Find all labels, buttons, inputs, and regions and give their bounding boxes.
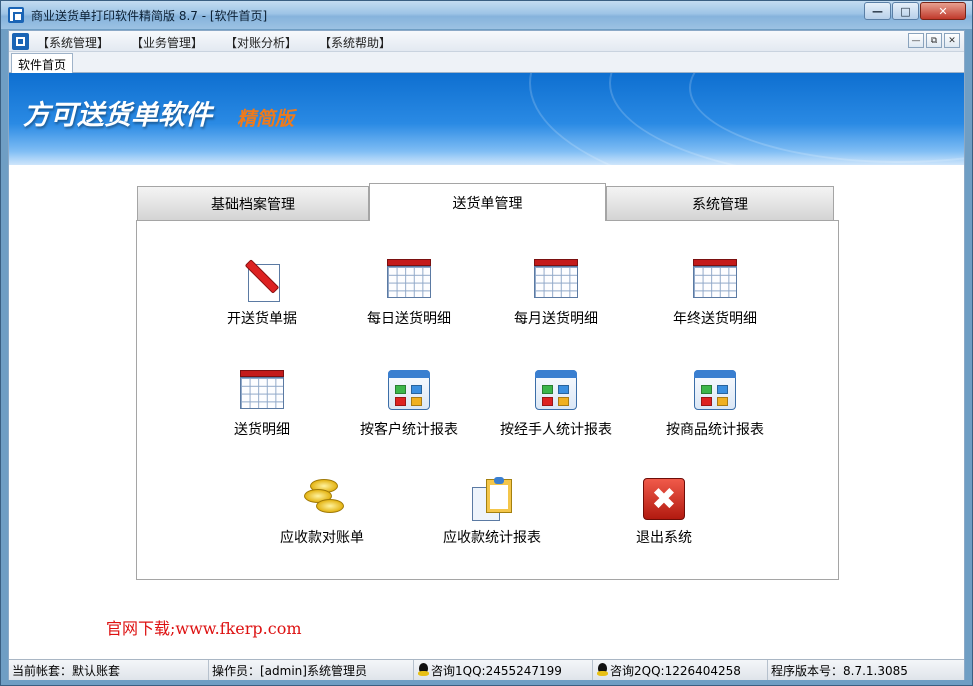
receivable-statement-button[interactable]: 应收款对账单 [252, 477, 392, 547]
menu-reconciliation-analysis[interactable]: 【对账分析】 [225, 34, 297, 51]
status-bar: 当前帐套：默认账套 操作员：[admin]系统管理员 咨询1QQ:2455247… [9, 659, 964, 680]
menu-items: 【系统管理】 【业务管理】 【对账分析】 【系统帮助】 [37, 34, 413, 51]
function-label: 开送货单据 [227, 311, 297, 327]
download-link[interactable]: 官网下载;www.fkerp.com [106, 615, 302, 639]
close-icon: ✕ [938, 4, 948, 18]
minimize-button[interactable]: — [864, 2, 891, 20]
customer-report-button[interactable]: 按客户统计报表 [339, 369, 479, 439]
monthly-delivery-detail-button[interactable]: 每月送货明细 [486, 258, 626, 328]
menu-system-management[interactable]: 【系统管理】 [37, 34, 109, 51]
window-title: 商业送货单打印软件精简版 8.7 - [软件首页] [31, 9, 268, 23]
handler-report-button[interactable]: 按经手人统计报表 [486, 369, 626, 439]
close-button[interactable]: ✕ [920, 2, 966, 20]
status-operator: 操作员：[admin]系统管理员 [208, 660, 367, 680]
function-label: 应收款对账单 [280, 530, 364, 546]
client-area: 【系统管理】 【业务管理】 【对账分析】 【系统帮助】 — ⧉ ✕ 软件首页 方… [8, 30, 965, 680]
function-label: 按商品统计报表 [666, 422, 764, 438]
window-controls: — □ ✕ [863, 2, 966, 20]
clipboard-icon [470, 477, 514, 521]
open-delivery-note-button[interactable]: 开送货单据 [192, 258, 332, 328]
table-icon [534, 258, 578, 302]
app-window: 商业送货单打印软件精简版 8.7 - [软件首页] — □ ✕ 【系统管理】 【… [0, 0, 973, 686]
function-label: 每月送货明细 [514, 311, 598, 327]
qq-icon [417, 663, 430, 677]
function-label: 每日送货明细 [367, 311, 451, 327]
mdi-restore-button[interactable]: ⧉ [926, 33, 942, 48]
minimize-icon: — [872, 4, 883, 18]
function-label: 年终送货明细 [673, 311, 757, 327]
mdi-minimize-button[interactable]: — [908, 33, 924, 48]
maximize-icon: □ [900, 4, 911, 18]
banner-subtitle: 精简版 [237, 108, 295, 130]
receivable-report-button[interactable]: 应收款统计报表 [422, 477, 562, 547]
exit-system-button[interactable]: ✖ 退出系统 [594, 477, 734, 547]
menu-system-help[interactable]: 【系统帮助】 [319, 34, 391, 51]
menu-bar: 【系统管理】 【业务管理】 【对账分析】 【系统帮助】 — ⧉ ✕ [9, 31, 964, 52]
tab-basic-records[interactable]: 基础档案管理 [137, 186, 369, 220]
qq-icon [596, 663, 609, 677]
daily-delivery-detail-button[interactable]: 每日送货明细 [339, 258, 479, 328]
maximize-button[interactable]: □ [892, 2, 919, 20]
function-label: 应收款统计报表 [443, 530, 541, 546]
status-qq2: 咨询2QQ:1226404258 [592, 660, 741, 680]
function-label: 按经手人统计报表 [500, 422, 612, 438]
status-version: 程序版本号：8.7.1.3085 [767, 660, 908, 680]
function-label: 按客户统计报表 [360, 422, 458, 438]
table-icon [693, 258, 737, 302]
status-qq1: 咨询1QQ:2455247199 [413, 660, 562, 680]
delivery-detail-button[interactable]: 送货明细 [192, 369, 332, 439]
report-icon [693, 369, 737, 413]
document-tab-strip: 软件首页 [9, 52, 964, 73]
product-report-button[interactable]: 按商品统计报表 [645, 369, 785, 439]
mdi-controls: — ⧉ ✕ [906, 33, 960, 48]
yearly-delivery-detail-button[interactable]: 年终送货明细 [645, 258, 785, 328]
tab-delivery-management[interactable]: 送货单管理 [369, 183, 606, 221]
app-logo-icon[interactable] [12, 33, 29, 50]
exit-icon: ✖ [642, 477, 686, 521]
banner: 方可送货单软件 精简版 [9, 73, 964, 165]
pencil-document-icon [240, 258, 284, 302]
function-label: 退出系统 [636, 530, 692, 546]
mdi-close-button[interactable]: ✕ [944, 33, 960, 48]
qq1-text: 咨询1QQ:2455247199 [431, 663, 562, 678]
function-panel: 开送货单据 每日送货明细 每月送货明细 年终送货明细 送货明细 按客户统计报表 … [136, 220, 839, 580]
table-icon [240, 369, 284, 413]
report-icon [387, 369, 431, 413]
banner-title: 方可送货单软件 [23, 100, 212, 131]
tab-system-management[interactable]: 系统管理 [606, 186, 834, 220]
qq2-text: 咨询2QQ:1226404258 [610, 663, 741, 678]
menu-business-management[interactable]: 【业务管理】 [131, 34, 203, 51]
table-icon [387, 258, 431, 302]
title-bar[interactable]: 商业送货单打印软件精简版 8.7 - [软件首页] — □ ✕ [1, 1, 972, 29]
coins-icon [300, 477, 344, 521]
status-account: 当前帐套：默认账套 [12, 663, 121, 678]
function-label: 送货明细 [234, 422, 290, 438]
report-icon [534, 369, 578, 413]
app-icon[interactable] [8, 7, 24, 23]
tab-home[interactable]: 软件首页 [11, 53, 74, 73]
